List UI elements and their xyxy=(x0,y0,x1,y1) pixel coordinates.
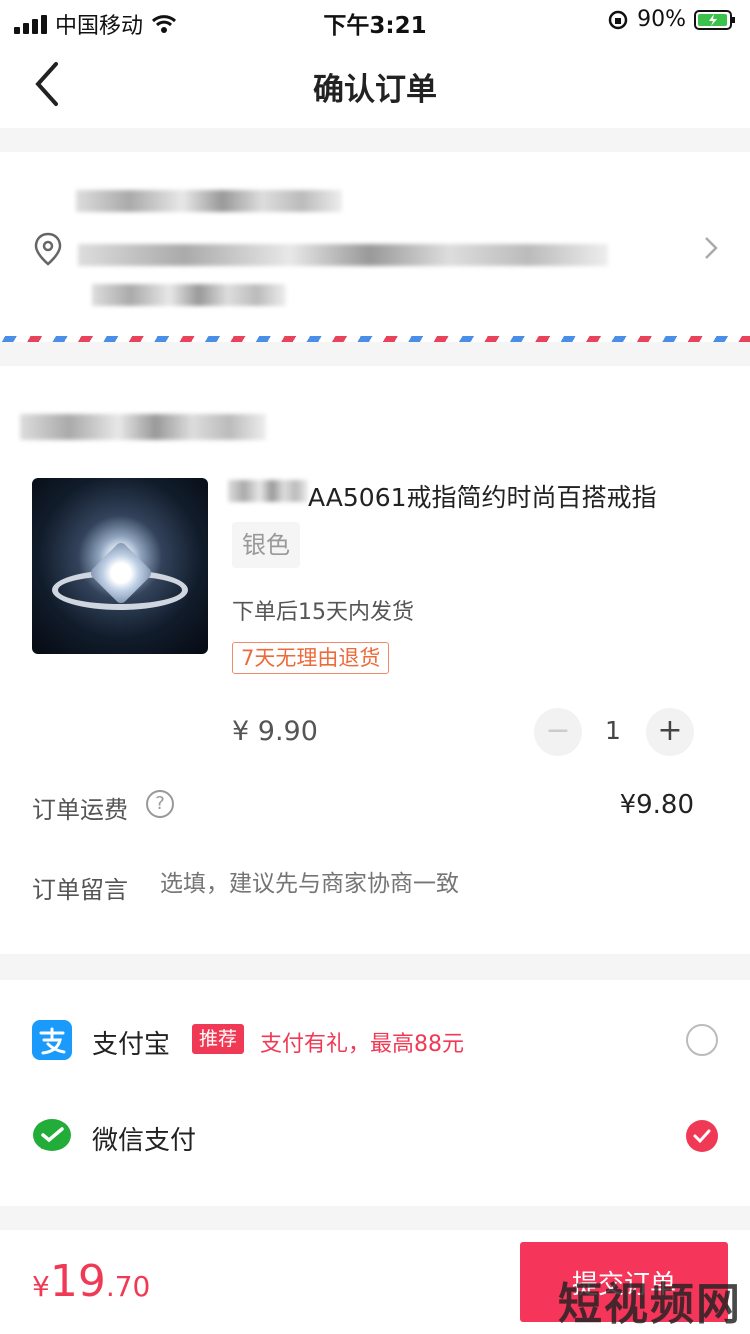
status-right: 90% xyxy=(607,7,736,32)
shipping-time: 下单后15天内发货 xyxy=(232,600,414,625)
alipay-label: 支付宝 xyxy=(92,1030,171,1060)
wechat-pay-label: 微信支付 xyxy=(92,1126,197,1156)
battery-percent: 90% xyxy=(637,7,686,32)
address-line-2-blurred xyxy=(92,284,286,306)
chevron-right-icon xyxy=(705,237,718,259)
recommended-badge: 推荐 xyxy=(192,1024,245,1054)
wechat-pay-icon xyxy=(33,1119,71,1151)
payment-option-alipay[interactable]: 支付宝 推荐 支付有礼，最高88元 xyxy=(0,996,750,1092)
status-bar: 中国移动 下午3:21 90% xyxy=(0,0,750,40)
watermark: 短视频网 xyxy=(558,1279,742,1330)
payment-methods: 支付宝 推荐 支付有礼，最高88元 微信支付 xyxy=(0,980,750,1206)
alipay-radio[interactable] xyxy=(686,1024,718,1056)
address-line-blurred xyxy=(78,244,608,266)
unit-price: ¥ 9.90 xyxy=(232,716,318,747)
help-icon[interactable]: ? xyxy=(146,790,174,818)
page-title: 确认订单 xyxy=(313,72,437,108)
address-card[interactable] xyxy=(0,152,750,342)
battery-icon xyxy=(694,9,735,30)
product-image[interactable] xyxy=(32,478,208,654)
freight-value: ¥9.80 xyxy=(619,790,694,820)
quantity-minus-button[interactable]: − xyxy=(534,708,582,756)
total-integer: 19 xyxy=(49,1256,106,1307)
location-pin-icon xyxy=(34,232,62,266)
checkmark-icon xyxy=(693,1129,711,1144)
nav-bar: 确认订单 xyxy=(0,40,750,128)
shop-name-blurred xyxy=(20,414,266,440)
payment-option-wechat[interactable]: 微信支付 xyxy=(0,1092,750,1188)
order-note-input[interactable] xyxy=(160,870,680,897)
product-title: AA5061戒指简约时尚百搭戒指 xyxy=(308,483,657,512)
alipay-icon xyxy=(32,1020,72,1060)
product-card: AA5061戒指简约时尚百搭戒指 银色 下单后15天内发货 7天无理由退货 ¥ … xyxy=(0,366,750,954)
return-policy-tag: 7天无理由退货 xyxy=(232,642,390,674)
alipay-promo-text: 支付有礼，最高88元 xyxy=(260,1032,464,1057)
orientation-lock-icon xyxy=(608,10,628,29)
title-prefix-blurred xyxy=(228,480,308,502)
recipient-blurred xyxy=(76,190,342,212)
note-label: 订单留言 xyxy=(32,876,128,904)
freight-label: 订单运费 xyxy=(32,796,128,824)
checkout-footer: ¥19.70 提交订单 短视频网 xyxy=(0,1230,750,1334)
total-price: ¥19.70 xyxy=(32,1256,150,1307)
total-decimal: .70 xyxy=(105,1270,151,1303)
quantity-plus-button[interactable]: + xyxy=(646,708,694,756)
total-currency: ¥ xyxy=(32,1270,50,1303)
quantity-value[interactable]: 1 xyxy=(596,716,630,745)
sku-label: 银色 xyxy=(232,522,300,568)
wechat-radio-checked[interactable] xyxy=(686,1120,718,1152)
airmail-stripe xyxy=(0,336,750,342)
